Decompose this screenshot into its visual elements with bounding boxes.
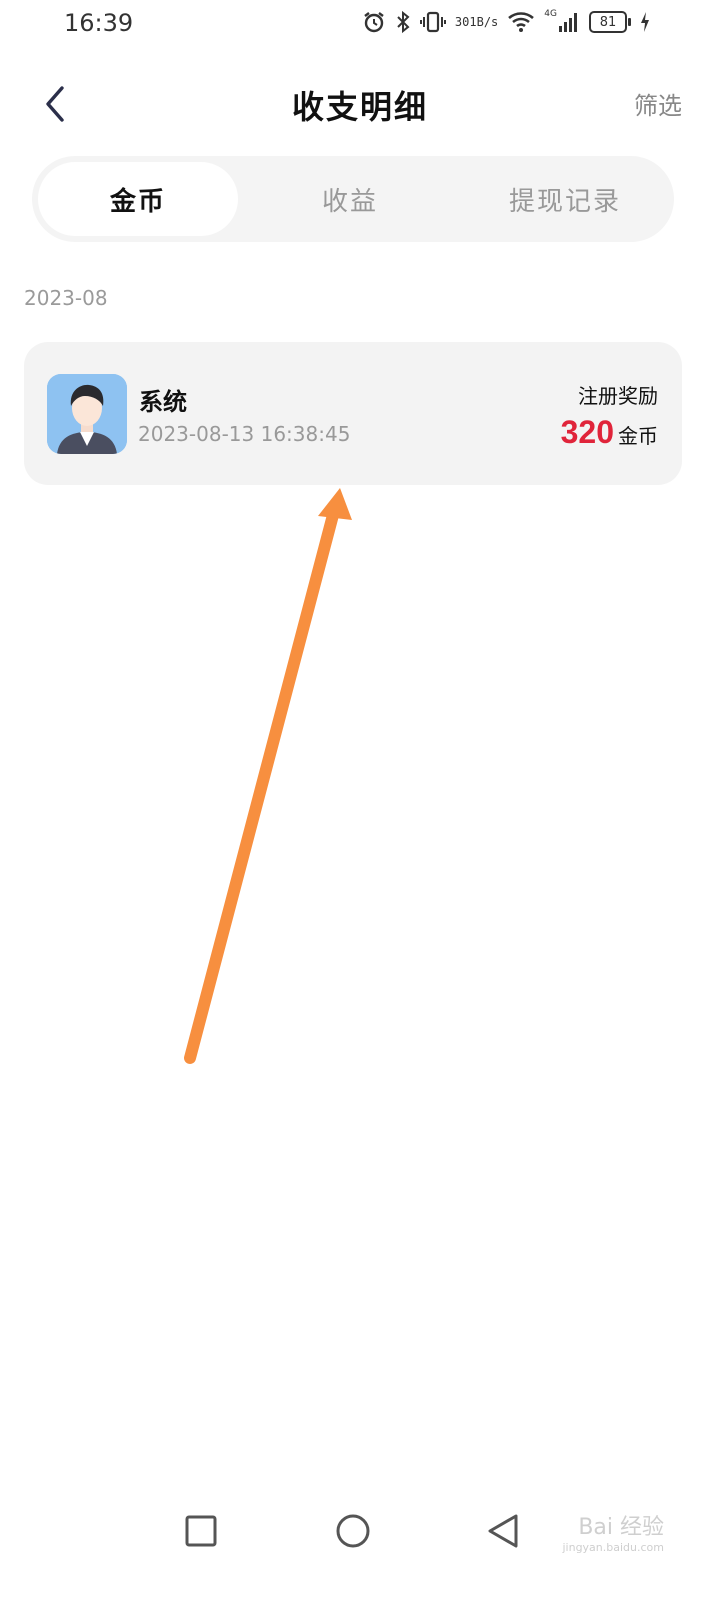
battery-icon: 81: [589, 11, 631, 33]
status-icons: 301 B/s 4G 81: [362, 9, 650, 34]
month-label: 2023-08: [24, 286, 108, 310]
triangle-back-icon: [488, 1514, 518, 1548]
header: 收支明细 筛选: [0, 64, 720, 144]
record-name: 系统: [139, 387, 187, 416]
arrow-head: [318, 488, 352, 520]
net-speed-value: 301: [454, 14, 477, 29]
status-bar: 16:39 301 B/s 4G 81: [0, 0, 720, 52]
square-icon: [185, 1515, 217, 1547]
avatar: [47, 374, 127, 454]
tab-bar: 金币 收益 提现记录: [32, 156, 674, 242]
network-speed: 301 B/s: [454, 14, 499, 29]
page-title: 收支明细: [291, 88, 428, 126]
filter-button[interactable]: 筛选: [634, 86, 682, 121]
status-time: 16:39: [64, 9, 134, 37]
circle-icon: [336, 1514, 370, 1548]
system-back-button[interactable]: [480, 1508, 526, 1554]
recent-apps-button[interactable]: [178, 1508, 224, 1554]
vibrate-icon: [419, 10, 446, 34]
network-type: 4G: [544, 9, 557, 19]
tab-coins[interactable]: 金币: [38, 162, 238, 236]
record-type: 注册奖励: [578, 384, 658, 408]
net-speed-unit: B/s: [476, 14, 499, 29]
record-unit: 金币: [618, 424, 658, 448]
record-amount: 320: [560, 414, 614, 450]
record-time: 2023-08-13 16:38:45: [138, 422, 351, 446]
record-amount-group: 320 金币: [561, 414, 658, 451]
arrow-shaft: [184, 509, 339, 1064]
wifi-icon: [507, 11, 535, 33]
home-button[interactable]: [330, 1508, 376, 1554]
tab-withdrawal-records[interactable]: 提现记录: [462, 162, 668, 236]
alarm-icon: [362, 10, 386, 34]
watermark-text: Bai 经验: [578, 1515, 664, 1540]
list-item[interactable]: 系统 2023-08-13 16:38:45 注册奖励 320 金币: [24, 342, 682, 485]
watermark: Bai 经验 jingyan.baidu.com: [562, 1515, 664, 1558]
tab-earnings[interactable]: 收益: [250, 162, 450, 236]
charging-icon: [640, 11, 650, 33]
watermark-subtext: jingyan.baidu.com: [562, 1541, 664, 1554]
signal-icon: 4G: [544, 9, 580, 33]
bluetooth-icon: [395, 10, 411, 34]
